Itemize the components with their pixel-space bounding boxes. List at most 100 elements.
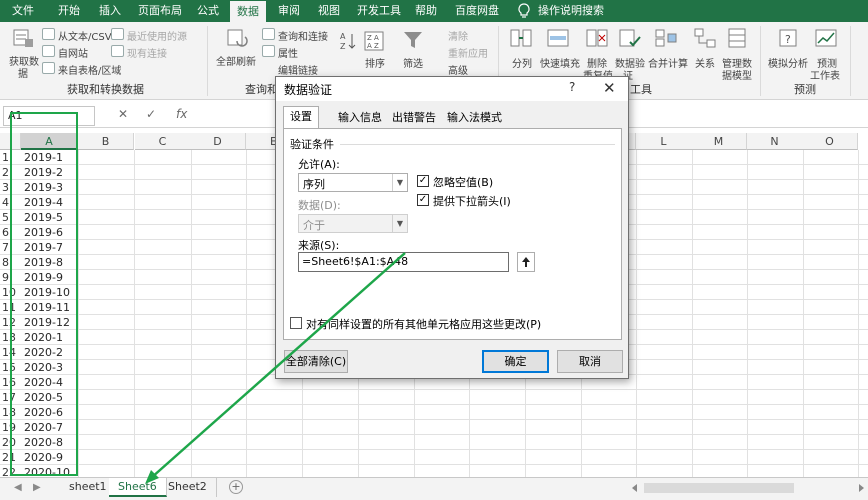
cell-a14[interactable]: 2020-2 (21, 345, 76, 360)
enter-entry-icon[interactable]: ✓ (146, 107, 156, 121)
row-header[interactable]: 14 (0, 345, 20, 360)
row-header[interactable]: 17 (0, 390, 20, 405)
forecast-sheet-icon[interactable] (814, 27, 838, 49)
row-header[interactable]: 9 (0, 270, 20, 285)
relationships-button[interactable]: 关系 (695, 55, 715, 70)
sort-button[interactable]: 排序 (365, 55, 385, 70)
tab-page-layout[interactable]: 页面布局 (138, 0, 182, 22)
allow-select[interactable]: 序列 ▼ (298, 173, 408, 192)
tab-help[interactable]: 帮助 (415, 0, 437, 22)
cancel-button[interactable]: 取消 (557, 350, 623, 373)
row-header[interactable]: 8 (0, 255, 20, 270)
filter-funnel-icon[interactable] (401, 29, 425, 51)
tell-me-search[interactable]: 操作说明搜索 (538, 0, 604, 22)
ignore-blank-checkbox[interactable]: ✓ (417, 175, 429, 187)
from-web-button[interactable]: 自网站 (58, 45, 88, 60)
row-header[interactable]: 16 (0, 375, 20, 390)
cell-a2[interactable]: 2019-2 (21, 165, 76, 180)
text-to-columns-button[interactable]: 分列 (512, 55, 532, 70)
get-data-icon[interactable] (11, 27, 35, 49)
source-input[interactable]: =Sheet6!$A1:$A48 (298, 252, 509, 272)
column-header-d[interactable]: D (190, 133, 246, 150)
name-box[interactable]: A1 (3, 106, 95, 126)
clear-all-button[interactable]: 全部清除(C) (284, 350, 348, 373)
row-header[interactable]: 22 (0, 465, 20, 477)
cell-a5[interactable]: 2019-5 (21, 210, 76, 225)
queries-connections-button[interactable]: 查询和连接 (278, 28, 328, 43)
cell-a18[interactable]: 2020-6 (21, 405, 76, 420)
remove-duplicates-icon[interactable] (585, 27, 609, 49)
cell-a1[interactable]: 2019-1 (21, 150, 76, 165)
collapse-dialog-button[interactable] (517, 252, 535, 272)
tab-formulas[interactable]: 公式 (197, 0, 219, 22)
row-header[interactable]: 13 (0, 330, 20, 345)
tab-settings[interactable]: 设置 (283, 106, 319, 129)
reapply-button[interactable]: 重新应用 (448, 45, 488, 60)
close-icon[interactable]: ✕ (603, 79, 616, 97)
what-if-analysis-button[interactable]: 模拟分析 (768, 55, 808, 70)
from-table-button[interactable]: 来自表格/区域 (58, 62, 121, 77)
ok-button[interactable]: 确定 (482, 350, 549, 373)
select-all-corner[interactable] (0, 133, 21, 150)
cell-a13[interactable]: 2020-1 (21, 330, 76, 345)
edit-links-button[interactable]: 编辑链接 (278, 62, 318, 77)
consolidate-icon[interactable] (654, 27, 678, 49)
column-header-a[interactable]: A (21, 133, 78, 150)
what-if-icon[interactable]: ? (777, 27, 801, 49)
row-header[interactable]: 12 (0, 315, 20, 330)
column-header-b[interactable]: B (78, 133, 134, 150)
row-header[interactable]: 5 (0, 210, 20, 225)
column-header-m[interactable]: M (691, 133, 747, 150)
insert-function-icon[interactable]: fx (176, 107, 187, 121)
cell-a7[interactable]: 2019-7 (21, 240, 76, 255)
tab-review[interactable]: 审阅 (278, 0, 300, 22)
column-header-n[interactable]: N (747, 133, 803, 150)
row-header[interactable]: 2 (0, 165, 20, 180)
column-header-c[interactable]: C (135, 133, 191, 150)
recent-sources-button[interactable]: 最近使用的源 (127, 28, 187, 43)
cell-a22[interactable]: 2020-10 (21, 465, 76, 477)
tab-file[interactable]: 文件 (12, 0, 34, 22)
column-header-l[interactable]: L (636, 133, 692, 150)
cell-a21[interactable]: 2020-9 (21, 450, 76, 465)
row-header[interactable]: 1 (0, 150, 20, 165)
sort-dialog-icon[interactable]: Z A A Z (362, 30, 386, 52)
row-header[interactable]: 21 (0, 450, 20, 465)
cell-a4[interactable]: 2019-4 (21, 195, 76, 210)
row-header[interactable]: 11 (0, 300, 20, 315)
cell-a20[interactable]: 2020-8 (21, 435, 76, 450)
cell-a15[interactable]: 2020-3 (21, 360, 76, 375)
cell-a8[interactable]: 2019-8 (21, 255, 76, 270)
chevron-down-icon[interactable]: ▼ (392, 215, 407, 232)
row-header[interactable]: 3 (0, 180, 20, 195)
sheet-next-icon[interactable]: ▶ (33, 482, 41, 493)
sheet-prev-icon[interactable]: ◀ (14, 482, 22, 493)
horizontal-scrollbar[interactable] (628, 482, 868, 494)
text-to-columns-icon[interactable] (509, 27, 533, 49)
cell-a19[interactable]: 2020-7 (21, 420, 76, 435)
column-header-o[interactable]: O (802, 133, 858, 150)
row-header[interactable]: 10 (0, 285, 20, 300)
tab-view[interactable]: 视图 (318, 0, 340, 22)
data-model-icon[interactable] (725, 27, 749, 49)
tab-input-message[interactable]: 输入信息 (332, 108, 388, 128)
row-header[interactable]: 18 (0, 405, 20, 420)
properties-button[interactable]: 属性 (278, 45, 298, 60)
dialog-title-bar[interactable]: 数据验证 ? ✕ (276, 77, 628, 101)
row-header[interactable]: 4 (0, 195, 20, 210)
advanced-filter-button[interactable]: 高级 (448, 62, 468, 77)
row-header[interactable]: 20 (0, 435, 20, 450)
cell-a16[interactable]: 2020-4 (21, 375, 76, 390)
cell-a10[interactable]: 2019-10 (21, 285, 76, 300)
cell-a11[interactable]: 2019-11 (21, 300, 76, 315)
data-operator-select[interactable]: 介于 ▼ (298, 214, 408, 233)
tab-developer[interactable]: 开发工具 (357, 0, 401, 22)
sort-az-icon[interactable]: A Z (338, 30, 362, 52)
relationships-icon[interactable] (693, 27, 717, 49)
clear-filter-button[interactable]: 清除 (448, 28, 468, 43)
apply-all-checkbox[interactable] (290, 317, 302, 329)
sheet-tab-sheet2[interactable]: Sheet2 (159, 478, 217, 497)
row-header[interactable]: 6 (0, 225, 20, 240)
cell-a17[interactable]: 2020-5 (21, 390, 76, 405)
tab-data[interactable]: 数据 (230, 1, 266, 22)
